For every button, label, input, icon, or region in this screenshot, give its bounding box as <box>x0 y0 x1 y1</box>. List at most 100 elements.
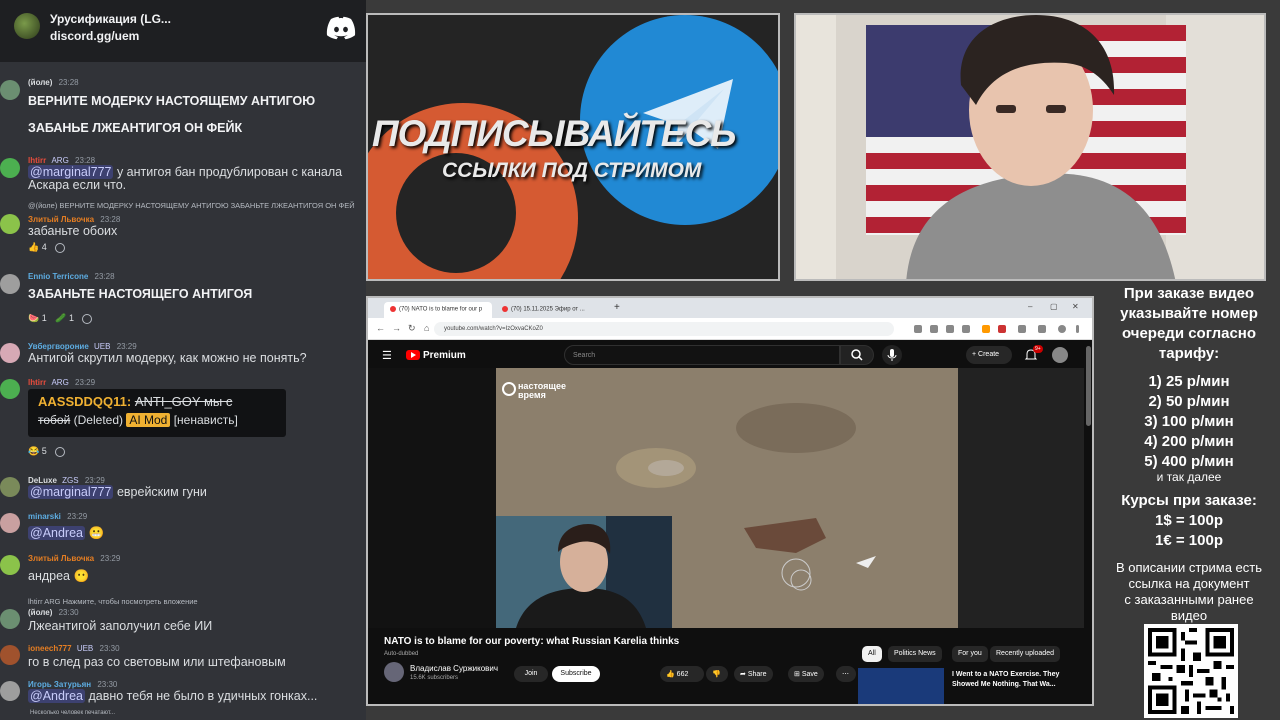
join-button[interactable]: Join <box>514 666 548 682</box>
user-avatar[interactable] <box>0 379 20 399</box>
channel-name[interactable]: Владислав Суржикович <box>410 664 498 673</box>
user-avatar[interactable] <box>0 645 20 665</box>
timestamp: 23:29 <box>67 512 88 521</box>
dislike-button[interactable]: 👎 <box>706 666 728 682</box>
user-mention[interactable]: @Andrea <box>28 689 85 703</box>
like-count: 662 <box>676 671 689 678</box>
add-reaction-icon[interactable] <box>82 313 93 324</box>
username[interactable]: (йоле) <box>28 78 52 87</box>
home-icon[interactable]: ⌂ <box>424 323 429 333</box>
share-button[interactable]: ➦ Share <box>734 666 773 682</box>
extensions-puzzle-icon[interactable] <box>1018 325 1026 333</box>
filter-chip-politics[interactable]: Politics News <box>888 646 942 662</box>
maximize-button[interactable]: ▢ <box>1050 302 1058 311</box>
username[interactable]: lhtirr <box>28 156 46 165</box>
reactions: 🍉 1 🥒 1 <box>28 313 98 324</box>
filter-chip-recent[interactable]: Recently uploaded <box>990 646 1060 662</box>
user-avatar[interactable] <box>0 158 20 178</box>
like-button[interactable]: 👍 662 <box>660 666 704 682</box>
username[interactable]: lhtirr <box>28 378 46 387</box>
share-page-icon[interactable] <box>946 325 954 333</box>
address-bar-row: ← → ↻ ⌂ youtube.com/watch?v=IzOxvaCKoZ0 <box>368 318 1092 340</box>
player-letterbox-left <box>368 368 496 628</box>
profile-icon[interactable] <box>1058 325 1066 333</box>
username[interactable]: Ennio Terricone <box>28 272 88 281</box>
username[interactable]: ioneech777 <box>28 644 72 653</box>
server-invite-link[interactable]: discord.gg/uem <box>50 29 139 43</box>
user-avatar[interactable] <box>0 343 20 363</box>
server-icon[interactable] <box>14 13 40 39</box>
sidebar-icon[interactable] <box>1038 325 1046 333</box>
create-button[interactable]: + Create <box>966 346 1012 364</box>
reaction[interactable]: 🥒 1 <box>55 313 74 324</box>
video-player[interactable]: настоящее время <box>496 368 958 628</box>
page-scrollbar[interactable] <box>1086 346 1091 426</box>
more-actions-button[interactable]: ⋯ <box>836 666 856 682</box>
extension-icon[interactable] <box>998 325 1006 333</box>
username[interactable]: Игорь Затурьян <box>28 680 91 689</box>
create-label: Create <box>978 351 1000 358</box>
new-tab-button[interactable]: + <box>614 302 620 313</box>
user-avatar[interactable] <box>0 274 20 294</box>
search-button[interactable] <box>840 345 874 365</box>
bookmark-star-icon[interactable] <box>962 325 970 333</box>
username[interactable]: DeLuxe <box>28 476 57 485</box>
recommended-video-title[interactable]: I Went to a NATO Exercise. They Showed M… <box>952 670 1062 690</box>
channel-avatar[interactable] <box>384 662 404 682</box>
message-meta: DeLuxe ZGS 23:29 <box>28 476 105 485</box>
user-avatar[interactable] <box>0 609 20 629</box>
message-text: Лжеантигой заполучил себе ИИ <box>28 619 213 633</box>
user-mention[interactable]: @marginal777 <box>28 485 114 499</box>
reply-preview[interactable]: @(йоле) ВЕРНИТЕ МОДЕРКУ НАСТОЯЩЕМУ АНТИГ… <box>28 201 355 210</box>
cast-icon[interactable] <box>914 325 922 333</box>
username[interactable]: minarski <box>28 512 61 521</box>
user-avatar[interactable] <box>0 80 20 100</box>
recommended-video-thumbnail[interactable] <box>858 668 944 704</box>
reload-icon[interactable]: ↻ <box>408 323 416 334</box>
username[interactable]: Увбергвороние <box>28 342 89 351</box>
menu-dots-icon[interactable] <box>1076 325 1079 333</box>
browser-tab-second[interactable]: (70) 15.11.2025 Эфир от ... <box>496 302 604 318</box>
server-name[interactable]: Урусификация (LG... <box>50 12 171 26</box>
discord-logo-icon <box>326 16 356 40</box>
filter-chip-all[interactable]: All <box>862 646 882 662</box>
add-reaction-icon[interactable] <box>55 446 66 457</box>
browser-tab-youtube[interactable]: (70) NATO is to blame for our p <box>384 302 492 318</box>
timestamp: 23:30 <box>97 680 118 689</box>
username[interactable]: Злитый Львочка <box>28 215 94 224</box>
hamburger-menu-icon[interactable]: ☰ <box>382 349 392 362</box>
user-badge: ARG <box>51 378 69 387</box>
reaction[interactable]: 👍 4 <box>28 242 47 253</box>
minimize-button[interactable]: – <box>1028 302 1032 311</box>
reaction[interactable]: 😂 5 <box>28 446 47 457</box>
back-icon[interactable]: ← <box>376 323 385 333</box>
username[interactable]: Злитый Львочка <box>28 554 94 563</box>
reply-preview[interactable]: lhtirr ARG Нажмите, чтобы посмотреть вло… <box>28 597 198 606</box>
close-window-button[interactable]: ✕ <box>1072 302 1079 311</box>
reaction[interactable]: 🍉 1 <box>28 313 47 324</box>
voice-search-button[interactable] <box>882 345 902 365</box>
subscribe-button[interactable]: Subscribe <box>552 666 600 682</box>
extension-icon[interactable] <box>982 325 990 333</box>
embed-username[interactable]: AASSDDQQ11 <box>38 394 127 409</box>
filter-chip-for-you[interactable]: For you <box>952 646 988 662</box>
address-bar[interactable]: youtube.com/watch?v=IzOxvaCKoZ0 <box>434 322 894 336</box>
user-avatar[interactable] <box>0 214 20 234</box>
add-reaction-icon[interactable] <box>55 242 66 253</box>
save-button[interactable]: ⊞ Save <box>788 666 824 682</box>
forward-icon[interactable]: → <box>392 323 401 333</box>
search-input[interactable]: Search <box>564 345 840 365</box>
zoom-icon[interactable] <box>930 325 938 333</box>
user-mention[interactable]: @marginal777 <box>28 165 114 179</box>
account-avatar[interactable] <box>1052 347 1068 363</box>
youtube-premium-label[interactable]: Premium <box>423 350 466 361</box>
auto-dubbed-label[interactable]: Auto-dubbed <box>384 651 418 657</box>
user-avatar[interactable] <box>0 681 20 701</box>
user-avatar[interactable] <box>0 477 20 497</box>
user-avatar[interactable] <box>0 555 20 575</box>
message-text: @Andrea давно тебя не было в удичных гон… <box>28 689 317 703</box>
username[interactable]: (йоле) <box>28 608 52 617</box>
user-avatar[interactable] <box>0 513 20 533</box>
user-mention[interactable]: @Andrea <box>28 526 85 540</box>
youtube-logo-icon[interactable] <box>406 350 420 360</box>
